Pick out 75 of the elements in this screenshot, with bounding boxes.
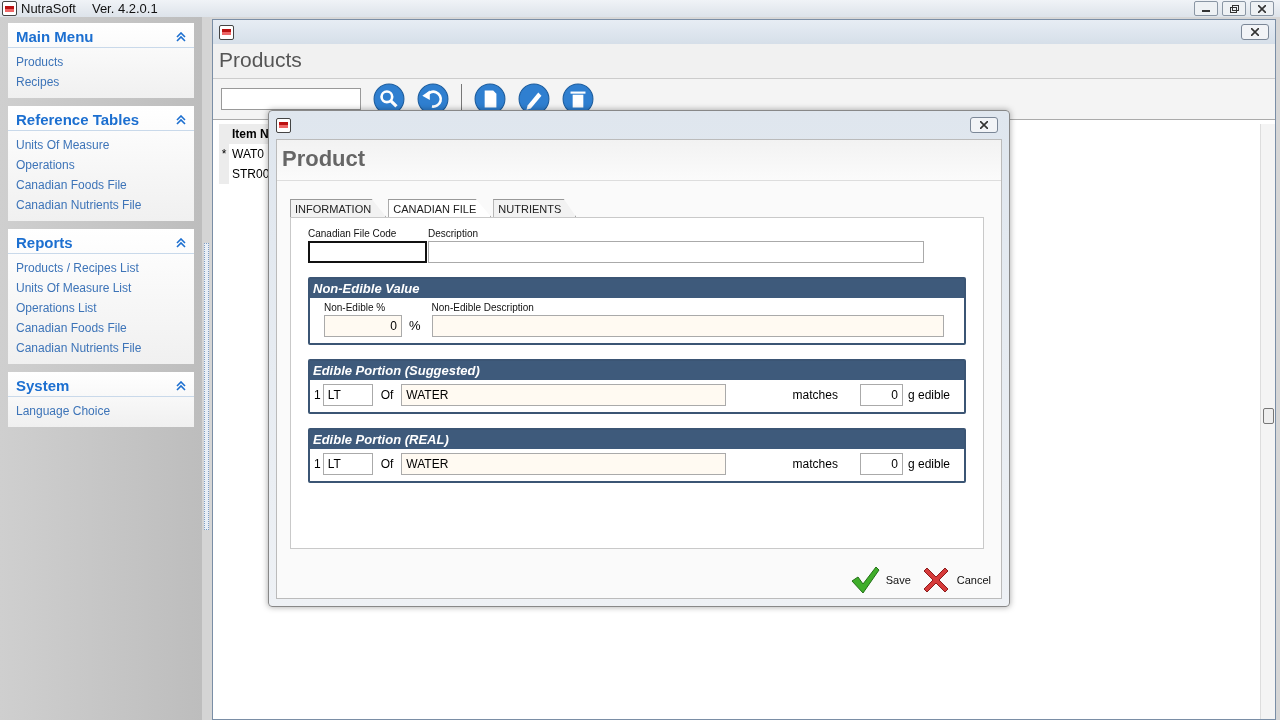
close-icon [1251,28,1259,36]
field-label: Description [428,228,480,239]
unit-field[interactable]: LT [322,453,373,475]
g-edible-label: g edible [906,457,951,471]
menu-link[interactable]: Products / Recipes List [8,258,194,278]
field-label: Non-Edible % [324,302,387,313]
close-button[interactable] [970,117,998,133]
of-label: Of [379,457,395,471]
panel-title: Non-Edible Value [310,279,964,298]
panel-title: Edible Portion (REAL) [310,430,964,449]
close-icon [1258,4,1266,13]
column-header: Item N [229,124,269,144]
menu-link[interactable]: Operations [8,155,194,175]
restore-icon [1229,4,1239,13]
menu-link[interactable]: Canadian Foods File [8,318,194,338]
table-cell-text: STR00 [231,167,270,181]
app-logo-icon [276,117,291,133]
checkmark-icon [849,565,880,595]
tab[interactable]: INFORMATION [290,199,387,217]
description-field[interactable] [428,241,924,263]
close-button[interactable] [1250,1,1274,16]
close-button[interactable] [1241,24,1269,40]
restore-button[interactable] [1222,1,1246,16]
menu-link[interactable]: Units Of Measure List [8,278,194,298]
collapse-icon[interactable] [176,380,186,391]
section-title: Reports [16,233,73,253]
section-title: Main Menu [16,27,94,47]
section-title: System [16,376,70,396]
grams-field[interactable]: 0 [859,384,903,406]
menu-link[interactable]: Recipes [8,72,194,92]
window-heading: Products [213,44,1275,79]
panel-title: Edible Portion (Suggested) [310,361,964,380]
menu-link[interactable]: Units Of Measure [8,135,194,155]
row-marker: * [219,144,229,164]
menu-link[interactable]: Canadian Nutrients File [8,195,194,215]
quantity-label: 1 [313,388,322,402]
food-field[interactable]: WATER [401,453,727,475]
tab[interactable]: CANADIAN FILE [388,199,492,217]
collapse-icon[interactable] [176,114,186,125]
scrollbar[interactable] [1260,124,1275,719]
save-button[interactable]: Save [849,565,911,595]
of-label: Of [379,388,395,402]
minimize-button[interactable] [1194,1,1218,16]
description-field[interactable] [431,315,944,337]
menu-link[interactable]: Canadian Nutrients File [8,338,194,358]
splitter-handle[interactable] [203,243,209,530]
menu-link[interactable]: Operations List [8,298,194,318]
collapse-icon[interactable] [176,237,186,248]
cancel-button[interactable]: Cancel [920,565,991,595]
percent-field[interactable]: 0 [324,315,402,337]
app-logo-icon [219,24,234,40]
food-field[interactable]: WATER [401,384,727,406]
field-label: Non-Edible Description [431,302,535,313]
menu-link[interactable]: Canadian Foods File [8,175,194,195]
app-version: Ver. 4.2.0.1 [91,1,158,16]
field-label: Canadian File Code [308,228,398,239]
menu-link[interactable]: Products [8,52,194,72]
section-title: Reference Tables [16,110,140,130]
tab[interactable]: NUTRIENTS [493,199,577,217]
matches-label: matches [791,457,839,471]
menu-link[interactable]: Language Choice [8,401,194,421]
grams-field[interactable]: 0 [859,453,903,475]
g-edible-label: g edible [906,388,951,402]
collapse-icon[interactable] [176,31,186,42]
code-field[interactable] [308,241,427,263]
close-icon [980,121,988,129]
quantity-label: 1 [313,457,322,471]
app-logo-icon [2,1,17,16]
unit-field[interactable]: LT [322,384,373,406]
search-field[interactable] [221,88,361,110]
app-title: NutraSoft [21,1,76,16]
matches-label: matches [791,388,839,402]
table-cell-text: WAT0 [231,147,264,161]
percent-label: % [408,318,422,335]
dialog-heading: Product [277,140,1001,181]
